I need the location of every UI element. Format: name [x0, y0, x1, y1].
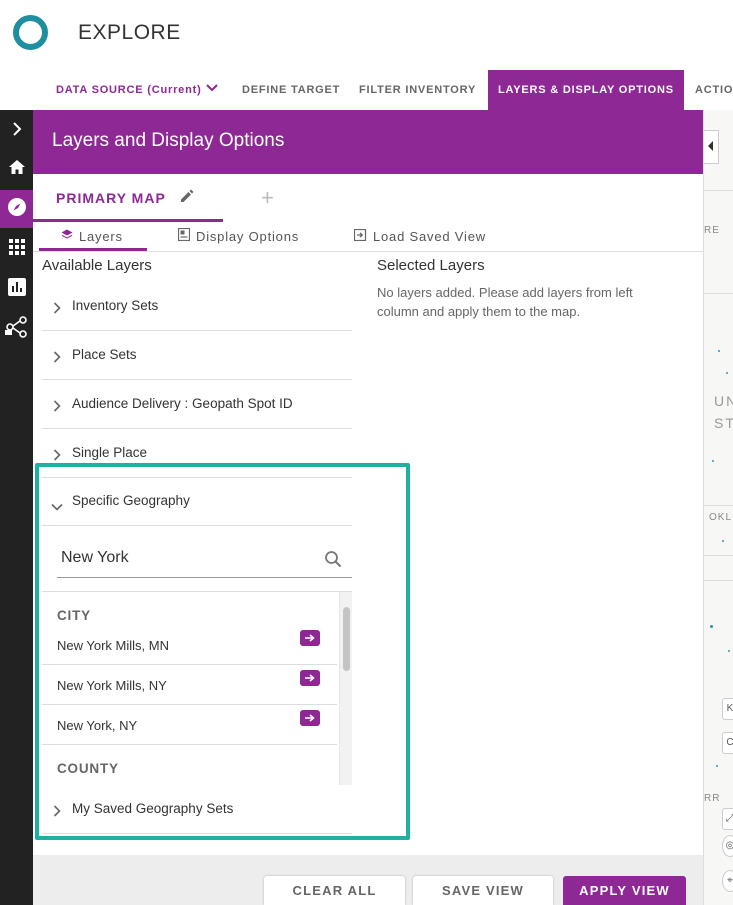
tab-actions[interactable]: ACTIO: [695, 70, 733, 110]
panel-header: Layers and Display Options: [33, 110, 703, 174]
selected-layers-empty-message: No layers added. Please add layers from …: [377, 285, 633, 319]
load-icon: [353, 228, 367, 244]
panel-footer: CLEAR ALL SAVE VIEW APPLY VIEW: [33, 855, 703, 905]
subtab-display-options[interactable]: Display Options: [177, 227, 300, 244]
subtab-load-saved-view-label: Load Saved View: [373, 229, 486, 244]
layer-subtabs: Layers Display Options Load Saved View: [33, 222, 703, 252]
chevron-right-icon: [53, 399, 61, 417]
tab-define-target[interactable]: DEFINE TARGET: [242, 70, 340, 110]
map-tabs: PRIMARY MAP +: [33, 174, 703, 222]
map-marker: [722, 540, 724, 542]
panel-title: Layers and Display Options: [52, 130, 285, 151]
map-marker: [712, 460, 714, 462]
home-button[interactable]: [0, 150, 33, 188]
map-label[interactable]: K: [722, 698, 733, 720]
subtab-layers-label: Layers: [79, 229, 123, 244]
clear-all-button[interactable]: CLEAR ALL: [264, 876, 405, 905]
available-layers-title: Available Layers: [42, 257, 152, 274]
save-view-button[interactable]: SAVE VIEW: [413, 876, 553, 905]
map-road: [704, 580, 733, 581]
map-marker: [710, 625, 713, 628]
layer-group-label: Inventory Sets: [72, 298, 159, 313]
grid-icon: [8, 238, 25, 260]
tab-primary-map[interactable]: PRIMARY MAP: [33, 174, 223, 222]
expand-rail-button[interactable]: [0, 112, 33, 150]
map-label: RR: [704, 793, 721, 804]
map-road: [704, 505, 733, 506]
selected-layers-title: Selected Layers: [377, 257, 485, 274]
display-options-icon: [177, 227, 191, 244]
subtab-display-options-label: Display Options: [196, 229, 300, 244]
map-marker: [726, 372, 728, 374]
pencil-icon[interactable]: [179, 188, 195, 209]
layer-group-label: Audience Delivery : Geopath Spot ID: [72, 396, 293, 411]
collapse-panel-button[interactable]: [704, 130, 719, 164]
map-label: OKL: [709, 512, 733, 523]
compass-icon: [7, 197, 27, 222]
bar-chart-icon: [7, 277, 26, 301]
map-label[interactable]: C: [722, 732, 733, 754]
chevron-right-icon: [12, 121, 22, 141]
locate-icon[interactable]: ⌖: [722, 870, 733, 892]
tab-filter-inventory[interactable]: FILTER INVENTORY: [359, 70, 476, 110]
map-marker: [716, 765, 718, 767]
map-marker: [718, 350, 720, 352]
layer-group-place-sets[interactable]: Place Sets: [42, 331, 352, 380]
chevron-right-icon: [53, 301, 61, 319]
compass-icon[interactable]: ◎: [722, 835, 733, 857]
map-road: [704, 555, 733, 556]
layer-group-inventory-sets[interactable]: Inventory Sets: [42, 282, 352, 331]
map-label: ST: [714, 415, 733, 431]
tab-layers-display-options[interactable]: LAYERS & DISPLAY OPTIONS: [488, 70, 684, 110]
active-subtab-indicator: [39, 248, 147, 251]
map-road: [704, 190, 733, 191]
layers-icon: [61, 229, 73, 244]
tab-data-source-label: DATA SOURCE (Current): [56, 84, 202, 96]
chevron-left-icon: [708, 138, 714, 156]
highlight-annotation: [35, 463, 410, 840]
app-logo[interactable]: [13, 15, 48, 50]
app-title: EXPLORE: [78, 21, 181, 44]
network-icon: [4, 315, 29, 343]
map-road: [704, 293, 733, 294]
apply-view-button[interactable]: APPLY VIEW: [563, 876, 686, 905]
workflow-button[interactable]: [0, 310, 33, 348]
fullscreen-icon[interactable]: ⤢: [722, 808, 733, 830]
map-view[interactable]: RE UN ST OKL K C RR ⤢ ◎ ⌖: [703, 110, 733, 905]
app-window: EXPLORE DATA SOURCE (Current) DEFINE TAR…: [0, 0, 733, 905]
home-icon: [8, 159, 26, 180]
layer-group-label: Single Place: [72, 445, 148, 460]
reports-button[interactable]: [0, 270, 33, 308]
tab-data-source[interactable]: DATA SOURCE (Current): [56, 70, 218, 110]
tab-primary-map-label: PRIMARY MAP: [56, 190, 166, 206]
subtab-load-saved-view[interactable]: Load Saved View: [353, 228, 486, 244]
workflow-tabs: DATA SOURCE (Current) DEFINE TARGET FILT…: [0, 70, 733, 110]
layer-group-label: Place Sets: [72, 347, 137, 362]
top-header: EXPLORE: [0, 0, 733, 70]
map-marker: [728, 650, 730, 652]
subtab-layers[interactable]: Layers: [61, 229, 123, 244]
map-label: UN: [714, 393, 733, 409]
add-map-tab-button[interactable]: +: [261, 187, 274, 209]
apps-grid-button[interactable]: [0, 230, 33, 268]
chevron-down-icon: [205, 69, 218, 109]
layer-group-audience-delivery[interactable]: Audience Delivery : Geopath Spot ID: [42, 380, 352, 429]
left-rail: [0, 110, 33, 905]
map-label: RE: [704, 225, 720, 236]
explore-button[interactable]: [0, 190, 33, 228]
chevron-right-icon: [53, 350, 61, 368]
